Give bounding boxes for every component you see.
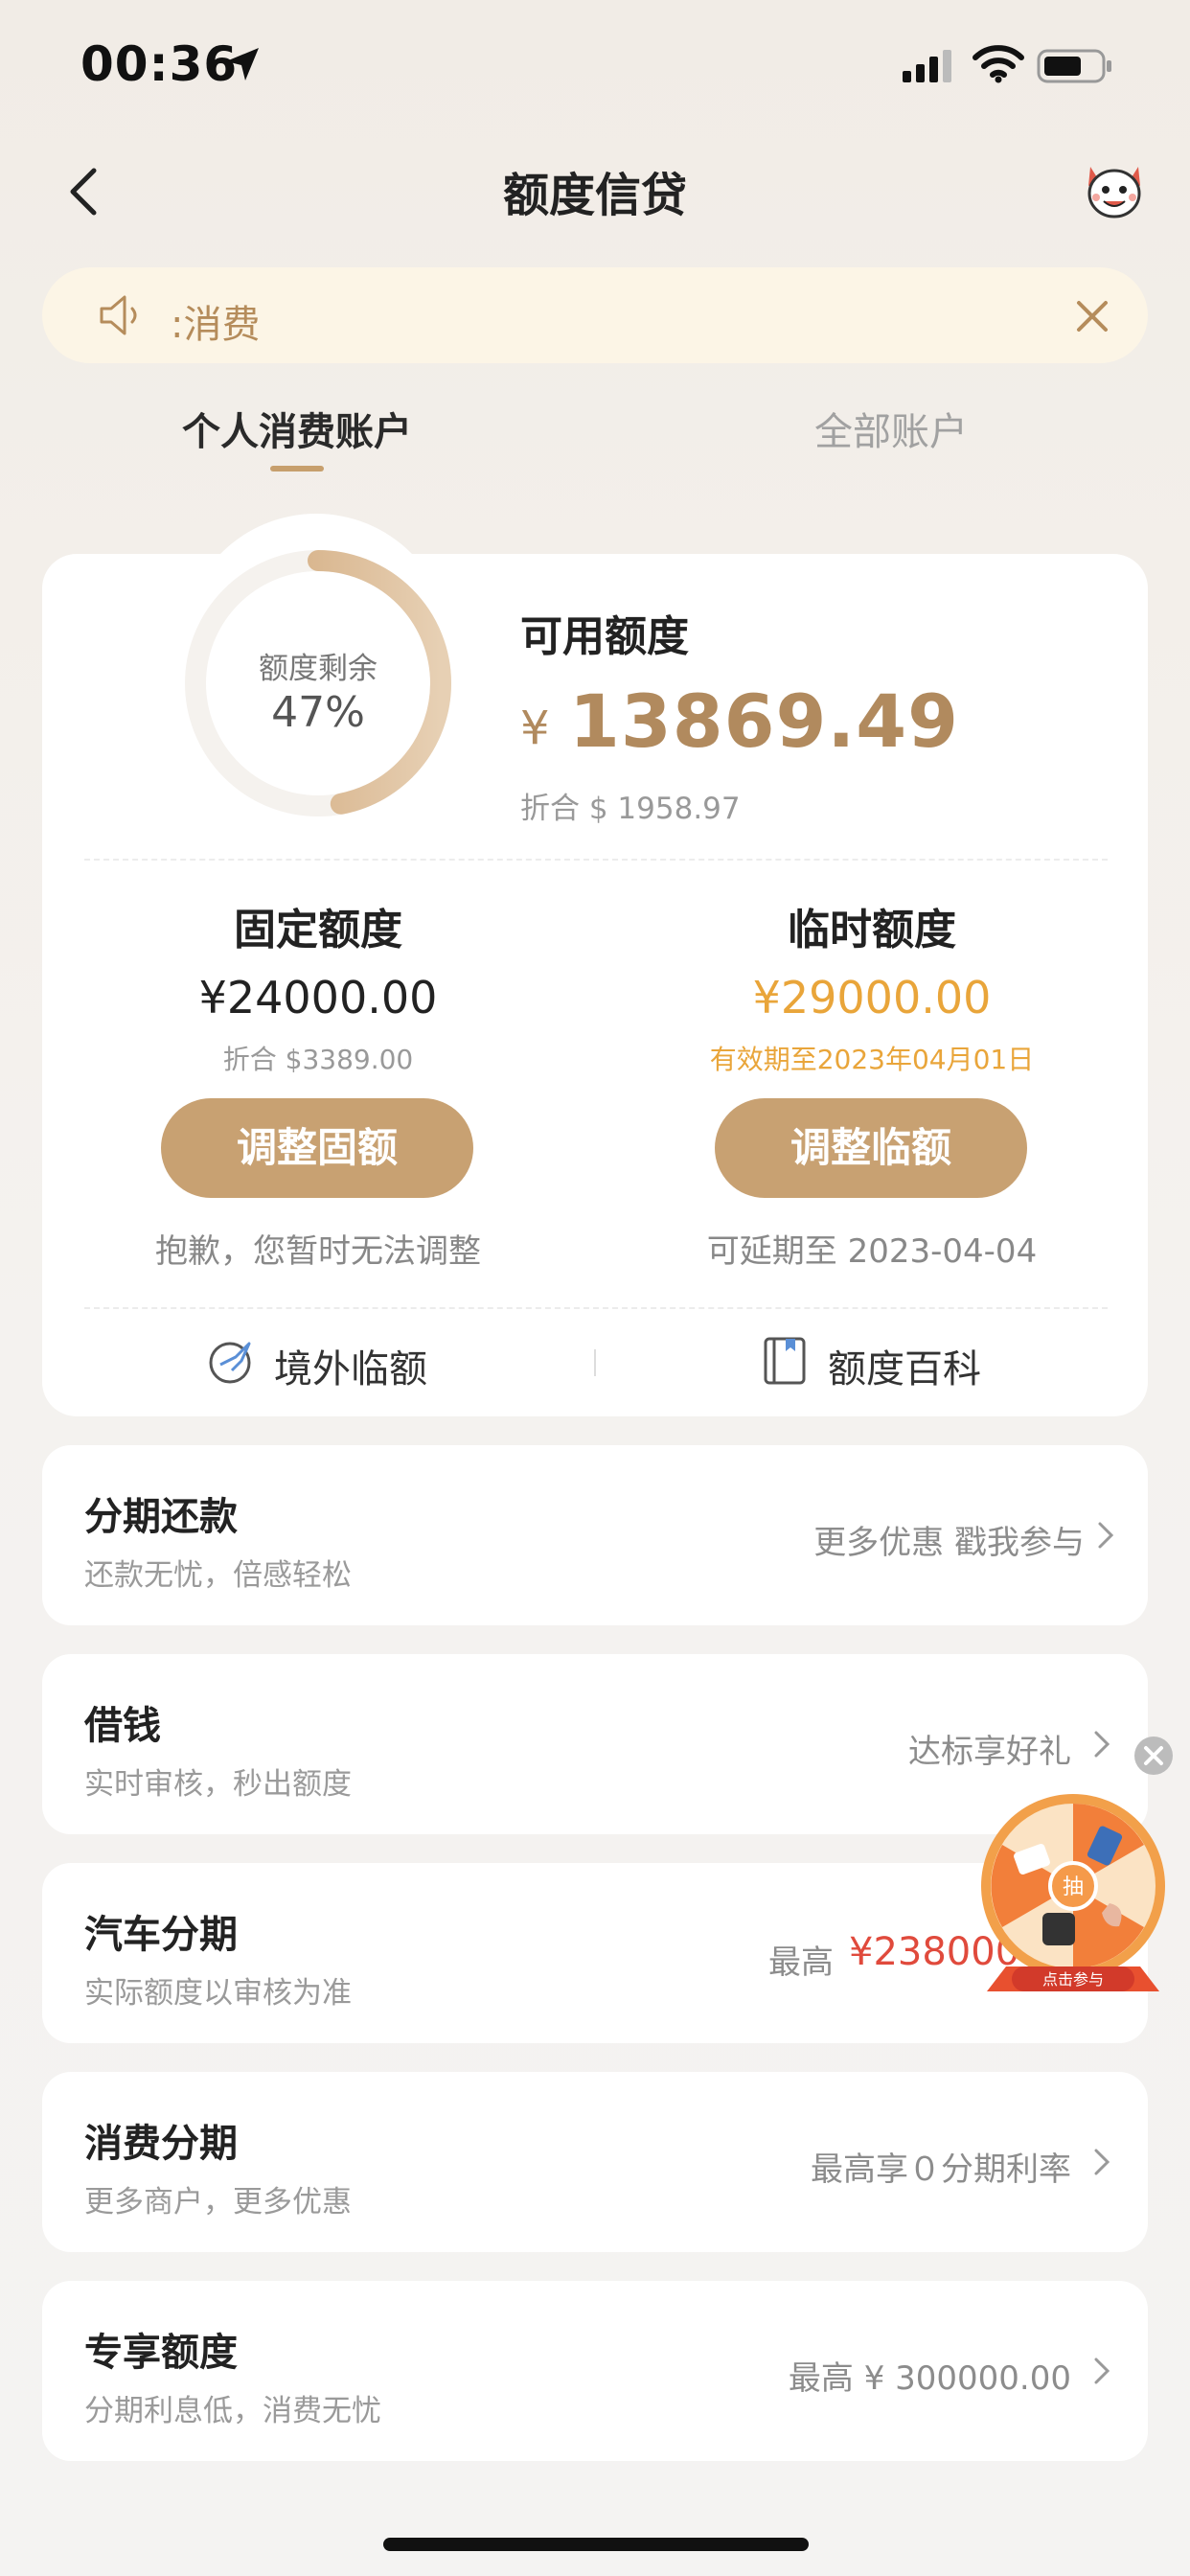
row-title: 汽车分期 xyxy=(84,1913,238,1957)
tab-personal-account[interactable]: 个人消费账户 xyxy=(182,401,412,456)
available-credit-label: 可用额度 xyxy=(520,612,689,661)
cellular-signal-icon xyxy=(903,50,951,82)
ring-label: 额度剩余 xyxy=(259,652,378,686)
wifi-icon xyxy=(973,45,1024,83)
row-title: 消费分期 xyxy=(84,2122,238,2166)
row-right-text[interactable]: 最高 ¥ 300000.00 xyxy=(789,2352,1071,2399)
row-right-text[interactable]: 最高享０分期利率 xyxy=(811,2143,1071,2190)
row-right-prefix[interactable]: 最高 xyxy=(768,1936,834,1983)
chevron-right-icon[interactable] xyxy=(1096,1520,1115,1551)
row-right-text[interactable]: 更多优惠 戳我参与 xyxy=(813,1516,1085,1563)
active-tab-indicator xyxy=(270,466,324,472)
temporary-credit-validity: 有效期至2023年04月01日 xyxy=(709,1044,1035,1075)
lottery-banner-label: 点击参与 xyxy=(1042,1970,1104,1989)
adjust-temporary-credit-button[interactable]: 调整临额 xyxy=(715,1098,1027,1198)
row-right-text[interactable]: 达标享好礼 xyxy=(908,1725,1071,1772)
available-currency-symbol: ¥ xyxy=(520,702,550,755)
battery-icon xyxy=(1037,49,1111,83)
available-credit-amount: 13869.49 xyxy=(569,678,960,764)
row-subtitle: 还款无忧，倍感轻松 xyxy=(84,1558,352,1593)
customer-service-mascot-icon[interactable] xyxy=(1083,161,1146,220)
lottery-wheel-icon[interactable]: 抽 点击参与 xyxy=(977,1790,1169,2001)
adjust-fixed-credit-button[interactable]: 调整固额 xyxy=(161,1098,473,1198)
plane-globe-icon[interactable] xyxy=(207,1336,257,1386)
row-title: 专享额度 xyxy=(84,2331,238,2375)
fixed-credit-amount: ¥24000.00 xyxy=(198,972,438,1024)
home-indicator xyxy=(383,2538,809,2551)
speaker-icon xyxy=(100,295,137,335)
credit-wiki-link[interactable]: 额度百科 xyxy=(828,1338,981,1393)
chevron-right-icon[interactable] xyxy=(1092,1729,1111,1760)
tab-all-accounts[interactable]: 全部账户 xyxy=(814,401,968,456)
divider xyxy=(84,1307,1108,1309)
status-time: 00:36 xyxy=(80,36,239,92)
book-icon[interactable] xyxy=(763,1336,807,1386)
fixed-credit-title: 固定额度 xyxy=(234,906,402,954)
location-arrow-icon xyxy=(226,48,259,80)
row-subtitle: 实时审核，秒出额度 xyxy=(84,1767,352,1802)
fixed-credit-note: 抱歉，您暂时无法调整 xyxy=(155,1232,481,1271)
temporary-credit-note: 可延期至 2023-04-04 xyxy=(706,1232,1038,1271)
row-subtitle: 更多商户，更多优惠 xyxy=(84,2185,352,2220)
link-divider xyxy=(594,1349,596,1376)
row-subtitle: 分期利息低，消费无忧 xyxy=(84,2394,381,2428)
temporary-credit-title: 临时额度 xyxy=(788,906,956,954)
fixed-credit-usd: 折合 $3389.00 xyxy=(222,1044,414,1075)
divider xyxy=(84,859,1108,861)
row-title: 借钱 xyxy=(84,1704,161,1748)
close-float-icon[interactable] xyxy=(1133,1735,1175,1777)
overseas-temp-credit-link[interactable]: 境外临额 xyxy=(274,1338,427,1393)
chevron-right-icon[interactable] xyxy=(1092,2356,1111,2386)
close-icon[interactable] xyxy=(1073,297,1111,335)
chevron-right-icon[interactable] xyxy=(1092,2147,1111,2177)
temporary-credit-amount: ¥29000.00 xyxy=(752,972,992,1024)
available-credit-usd: 折合 $ 1958.97 xyxy=(520,792,741,826)
page-title: 额度信贷 xyxy=(502,169,687,222)
lottery-center-label: 抽 xyxy=(1063,1875,1084,1899)
row-title: 分期还款 xyxy=(84,1495,238,1539)
ring-percent: 47% xyxy=(271,688,365,737)
notice-text[interactable]: :消费 xyxy=(171,293,260,349)
row-subtitle: 实际额度以审核为准 xyxy=(84,1976,352,2011)
